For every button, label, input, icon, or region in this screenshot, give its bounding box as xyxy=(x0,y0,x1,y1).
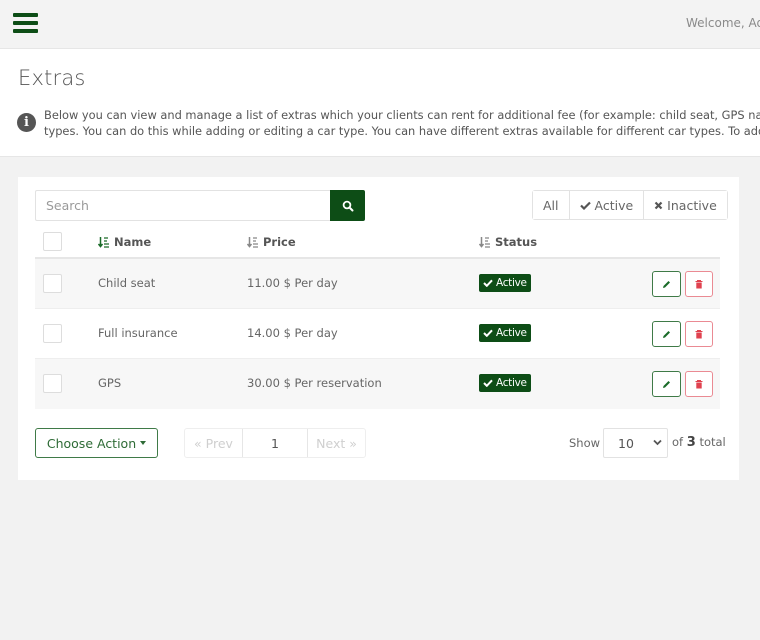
pencil-icon xyxy=(663,280,670,288)
row-checkbox[interactable] xyxy=(43,374,62,393)
caret-down-icon xyxy=(140,441,147,445)
show-label: Show xyxy=(569,436,601,450)
filter-all-button[interactable]: All xyxy=(533,191,569,219)
column-header-price[interactable]: Price xyxy=(247,235,296,249)
delete-button[interactable] xyxy=(685,271,713,297)
page-header: Extras i Below you can view and manage a… xyxy=(0,49,760,157)
filter-active-label: Active xyxy=(594,197,634,213)
page-size-value: 10 xyxy=(618,436,634,451)
page-size-select[interactable]: 10 xyxy=(603,428,668,458)
column-header-name[interactable]: Name xyxy=(98,235,151,249)
delete-button[interactable] xyxy=(685,321,713,347)
extra-price: 11.00 $ Per day xyxy=(247,276,338,290)
pagination: « Prev Next » xyxy=(184,428,366,458)
info-line-1: Below you can view and manage a list of … xyxy=(44,108,760,122)
status-badge: Active xyxy=(479,324,531,342)
column-header-price-label: Price xyxy=(263,235,296,249)
filter-active-button[interactable]: Active xyxy=(568,191,644,219)
total-number: 3 xyxy=(686,435,696,450)
sort-amount-icon xyxy=(479,237,490,248)
column-header-status[interactable]: Status xyxy=(479,235,537,249)
column-header-name-label: Name xyxy=(114,235,152,249)
status-badge: Active xyxy=(479,374,531,392)
row-checkbox[interactable] xyxy=(43,324,62,343)
top-bar: Welcome, Adm xyxy=(0,0,760,49)
status-badge-label: Active xyxy=(496,327,527,339)
info-description: Below you can view and manage a list of … xyxy=(44,107,760,139)
choose-action-button[interactable]: Choose Action xyxy=(35,428,158,458)
check-icon xyxy=(483,329,493,337)
delete-button[interactable] xyxy=(685,371,713,397)
check-icon xyxy=(483,279,493,287)
check-icon xyxy=(483,379,493,387)
filter-all-label: All xyxy=(543,197,559,213)
edit-button[interactable] xyxy=(652,271,681,297)
column-header-status-label: Status xyxy=(495,235,538,249)
sort-amount-icon xyxy=(247,237,258,248)
filter-inactive-button[interactable]: Inactive xyxy=(643,191,727,219)
page-title: Extras xyxy=(18,66,86,90)
pencil-icon xyxy=(663,380,670,388)
edit-button[interactable] xyxy=(652,371,681,397)
extras-card: All Active Inactive Name Price xyxy=(18,177,739,480)
check-icon xyxy=(579,201,591,210)
prev-page-button[interactable]: « Prev xyxy=(185,429,242,457)
total-prefix: of xyxy=(672,435,684,449)
status-filter-group: All Active Inactive xyxy=(532,190,728,220)
search-button[interactable] xyxy=(330,190,365,221)
total-count: of 3 total xyxy=(672,435,726,450)
trash-icon xyxy=(695,329,703,338)
pencil-icon xyxy=(663,330,670,338)
status-badge-label: Active xyxy=(496,377,527,389)
chevron-down-icon xyxy=(653,439,662,446)
table-header: Name Price Status xyxy=(35,227,720,259)
status-badge-label: Active xyxy=(496,277,527,289)
page-number-input[interactable] xyxy=(242,429,308,457)
extra-price: 30.00 $ Per reservation xyxy=(247,376,382,390)
extra-name: Child seat xyxy=(98,276,156,290)
select-all-checkbox[interactable] xyxy=(43,232,62,251)
total-suffix: total xyxy=(699,435,726,449)
row-checkbox[interactable] xyxy=(43,274,62,293)
trash-icon xyxy=(695,379,703,388)
status-badge: Active xyxy=(479,274,531,292)
filter-inactive-label: Inactive xyxy=(667,197,717,213)
table-row: Full insurance 14.00 $ Per day Active xyxy=(35,309,720,359)
table-row: Child seat 11.00 $ Per day Active xyxy=(35,259,720,309)
sort-amount-icon xyxy=(98,237,109,248)
times-icon xyxy=(654,201,663,209)
extra-name: GPS xyxy=(98,376,122,390)
search-input[interactable] xyxy=(35,190,331,221)
extra-name: Full insurance xyxy=(98,326,178,340)
choose-action-label: Choose Action xyxy=(46,435,137,451)
welcome-text[interactable]: Welcome, Adm xyxy=(686,16,760,30)
edit-button[interactable] xyxy=(652,321,681,347)
next-page-button[interactable]: Next » xyxy=(308,429,365,457)
info-circle-icon: i xyxy=(17,113,36,132)
extra-price: 14.00 $ Per day xyxy=(247,326,338,340)
table-row: GPS 30.00 $ Per reservation Active xyxy=(35,359,720,409)
search-icon xyxy=(342,200,354,212)
info-line-2: types. You can do this while adding or e… xyxy=(44,124,760,138)
trash-icon xyxy=(695,279,703,288)
search-group xyxy=(35,190,365,221)
hamburger-icon[interactable] xyxy=(13,12,38,34)
